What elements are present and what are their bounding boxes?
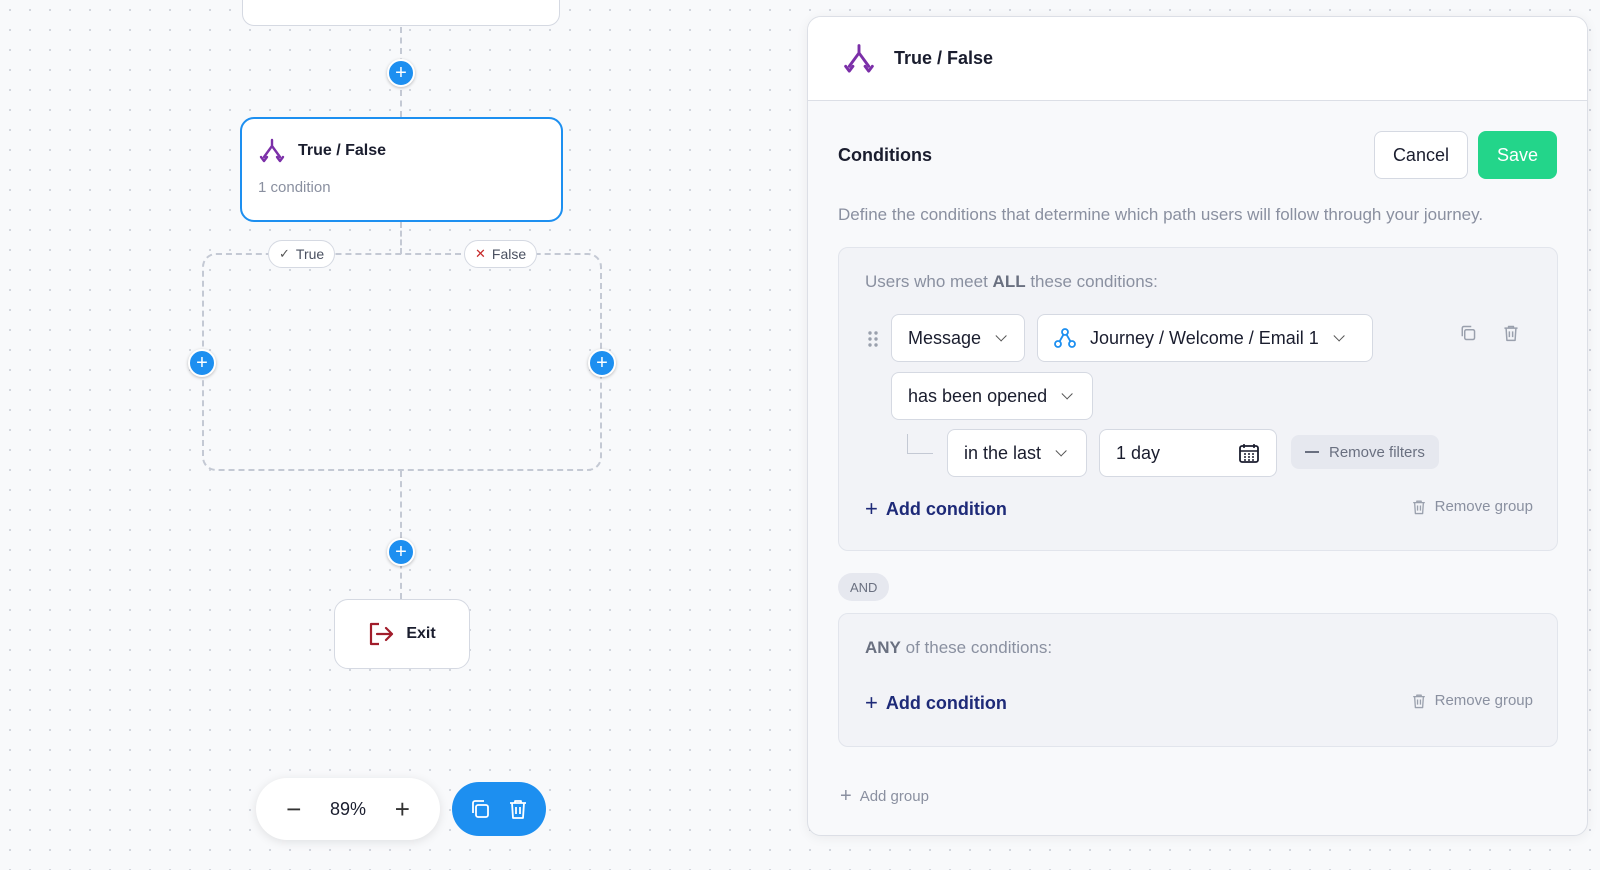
- field-select[interactable]: Message: [891, 314, 1025, 362]
- drag-handle-icon[interactable]: [867, 330, 879, 348]
- message-select[interactable]: Journey / Welcome / Email 1: [1037, 314, 1373, 362]
- journey-icon: [1054, 328, 1076, 348]
- chevron-down-icon: [1333, 330, 1345, 342]
- zoom-in-button[interactable]: +: [387, 794, 417, 825]
- exit-label: Exit: [406, 625, 436, 642]
- zoom-out-button[interactable]: −: [279, 794, 309, 825]
- chevron-down-icon: [1061, 388, 1073, 400]
- duplicate-icon[interactable]: [469, 798, 491, 820]
- true-branch-label: ✓ True: [268, 240, 336, 268]
- section-title: Conditions: [838, 144, 932, 165]
- exit-node[interactable]: Exit: [334, 599, 470, 669]
- add-step-button[interactable]: +: [387, 538, 415, 566]
- conditions-description: Define the conditions that determine whi…: [838, 205, 1484, 224]
- true-label-text: True: [295, 246, 325, 262]
- and-badge: AND: [838, 573, 890, 601]
- cancel-button[interactable]: Cancel: [1373, 131, 1468, 179]
- chevron-down-icon: [1055, 445, 1067, 457]
- chevron-down-icon: [995, 330, 1007, 342]
- save-button[interactable]: Save: [1477, 131, 1557, 179]
- remove-group-button[interactable]: Remove group: [1411, 692, 1533, 709]
- minus-icon: [1305, 451, 1319, 453]
- zoom-level: 89%: [329, 798, 366, 819]
- previous-node[interactable]: [242, 0, 560, 26]
- node-actions: [452, 782, 546, 836]
- add-condition-button[interactable]: + Add condition: [865, 690, 1007, 716]
- trash-icon: [1412, 500, 1425, 514]
- false-label-text: False: [491, 246, 527, 262]
- condition-group-all: Users who meet ALL these conditions: Mes…: [838, 247, 1558, 551]
- add-step-button[interactable]: +: [387, 59, 415, 87]
- time-operator-select[interactable]: in the last: [947, 429, 1087, 477]
- condition-group-any: ANY of these conditions: + Add condition…: [838, 613, 1558, 747]
- time-value-input[interactable]: 1 day: [1099, 429, 1277, 477]
- remove-group-button[interactable]: Remove group: [1411, 498, 1533, 515]
- branch-container: [202, 253, 602, 471]
- add-false-step-button[interactable]: +: [588, 349, 616, 377]
- true-false-node[interactable]: True / False 1 condition: [240, 117, 563, 222]
- conditions-header: Conditions Cancel Save: [838, 131, 1557, 179]
- add-true-step-button[interactable]: +: [188, 349, 216, 377]
- connector-line: [400, 222, 402, 254]
- check-icon: ✓: [279, 246, 290, 261]
- delete-icon[interactable]: [507, 798, 529, 820]
- plus-icon: +: [840, 785, 852, 807]
- group-label: Users who meet ALL these conditions:: [865, 272, 1158, 291]
- panel-header: True / False: [808, 17, 1587, 101]
- split-icon: [259, 138, 285, 163]
- plus-icon: +: [865, 496, 878, 521]
- delete-condition-icon[interactable]: [1502, 324, 1520, 342]
- trash-icon: [1412, 694, 1425, 708]
- filter-connector: [907, 434, 933, 454]
- split-icon: [844, 43, 874, 73]
- event-select[interactable]: has been opened: [891, 372, 1093, 420]
- add-condition-button[interactable]: + Add condition: [865, 496, 1007, 522]
- group-label: ANY of these conditions:: [865, 638, 1053, 657]
- calendar-icon[interactable]: [1238, 442, 1260, 464]
- panel-title: True / False: [894, 48, 994, 68]
- false-branch-label: ✕ False: [464, 240, 538, 268]
- duplicate-condition-icon[interactable]: [1459, 324, 1477, 342]
- node-title: True / False: [298, 142, 387, 159]
- node-subtitle: 1 condition: [258, 179, 331, 196]
- conditions-panel: True / False Conditions Cancel Save Defi…: [807, 16, 1588, 836]
- add-group-button[interactable]: + Add group: [840, 785, 929, 808]
- connector-line: [400, 471, 402, 599]
- remove-filters-button[interactable]: Remove filters: [1291, 435, 1439, 469]
- plus-icon: +: [865, 690, 878, 715]
- exit-icon: [370, 622, 394, 646]
- zoom-control: − 89% +: [256, 778, 440, 840]
- x-icon: ✕: [475, 246, 486, 261]
